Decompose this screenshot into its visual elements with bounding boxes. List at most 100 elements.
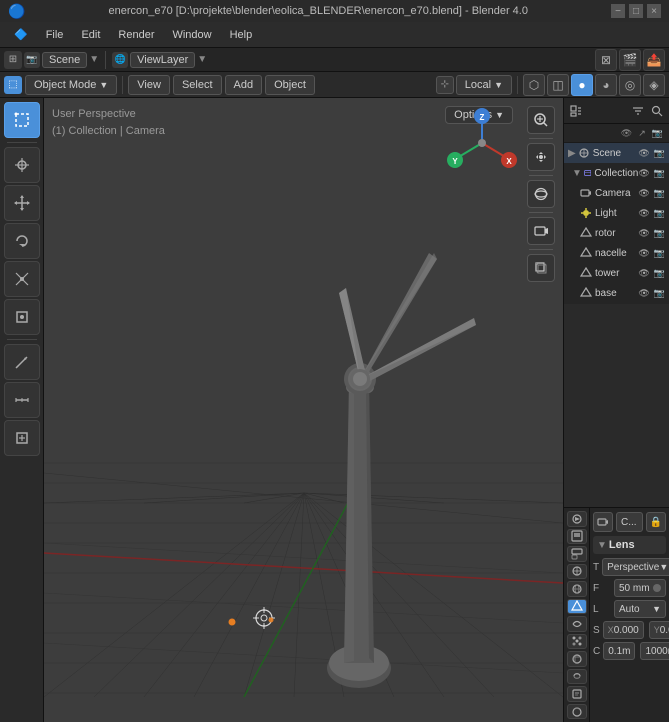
measure-tool[interactable]	[4, 382, 40, 418]
eevee-icon[interactable]: ◈	[643, 74, 665, 96]
camera-render-icon[interactable]: 📷	[654, 188, 665, 199]
light-vis-icon[interactable]: 👁	[638, 208, 649, 219]
annotate-tool[interactable]	[4, 344, 40, 380]
outliner-row-camera[interactable]: Camera 👁 📷	[564, 183, 669, 203]
outliner-row-tower[interactable]: tower 👁 📷	[564, 263, 669, 283]
view-menu-button[interactable]: View	[128, 75, 170, 95]
prop-tab-object[interactable]	[567, 599, 587, 615]
shift-y-field[interactable]: Y 0.000	[649, 621, 669, 639]
menu-edit[interactable]: Edit	[73, 27, 108, 43]
local-button[interactable]: Local ▼	[456, 75, 512, 95]
prop-tab-output[interactable]	[567, 529, 587, 545]
add-cube-tool[interactable]	[4, 420, 40, 456]
prop-tab-scene[interactable]	[567, 564, 587, 580]
rotate-tool[interactable]	[4, 223, 40, 259]
prop-tab-constraints[interactable]	[567, 669, 587, 685]
pan-button[interactable]	[527, 143, 555, 171]
nacelle-vis-icon[interactable]: 👁	[638, 248, 649, 259]
scene-dropdown-icon[interactable]: ▼	[89, 54, 99, 65]
scene-render-icon[interactable]: 📷	[654, 148, 665, 159]
prop-camera-icon[interactable]	[593, 512, 613, 532]
transform-icon[interactable]: ⊹	[436, 76, 454, 94]
axis-gizmo[interactable]: Z X Y	[447, 108, 517, 178]
object-mode-button[interactable]: Object Mode ▼	[25, 75, 117, 95]
compositor-icon[interactable]: ⊠	[595, 49, 617, 71]
viewlayer-selector[interactable]: ViewLayer	[130, 52, 195, 68]
outliner-row-scene[interactable]: ▶ Scene 👁 📷	[564, 143, 669, 163]
orbit-button[interactable]	[527, 180, 555, 208]
camera-name-field[interactable]: C...	[616, 512, 643, 532]
menu-help[interactable]: Help	[222, 27, 261, 43]
base-render-icon[interactable]: 📷	[654, 288, 665, 299]
object-menu-button[interactable]: Object	[265, 75, 315, 95]
base-vis-icon[interactable]: 👁	[638, 288, 649, 299]
outliner-filter-icon[interactable]	[630, 103, 646, 119]
col-render-icon[interactable]: 📷	[654, 168, 665, 179]
outliner-row-light[interactable]: Light 👁 📷	[564, 203, 669, 223]
clip-end-field[interactable]: 1000m	[640, 642, 669, 660]
prop-tab-data[interactable]	[567, 686, 587, 702]
prop-tab-material[interactable]	[567, 704, 587, 720]
scene-selector[interactable]: Scene	[42, 52, 87, 68]
select-menu-button[interactable]: Select	[173, 75, 222, 95]
material-icon[interactable]: ◕	[595, 74, 617, 96]
maximize-button[interactable]: □	[629, 4, 643, 18]
toolbar-sep-2	[517, 76, 518, 94]
move-tool[interactable]	[4, 185, 40, 221]
scene-vis-icon[interactable]: 👁	[638, 148, 649, 159]
close-button[interactable]: ×	[647, 4, 661, 18]
prop-tab-particles[interactable]	[567, 634, 587, 650]
menu-blender[interactable]: 🔷	[6, 26, 36, 43]
minimize-button[interactable]: −	[611, 4, 625, 18]
rotor-vis-icon[interactable]: 👁	[638, 228, 649, 239]
outliner-search-icon[interactable]	[649, 103, 665, 119]
add-menu-button[interactable]: Add	[225, 75, 263, 95]
outliner-row-nacelle[interactable]: nacelle 👁 📷	[564, 243, 669, 263]
viewport-overlay-controls: ⬡ ◫ ● ◕ ◎ ◈	[523, 74, 665, 96]
solid-icon[interactable]: ●	[571, 74, 593, 96]
prop-tab-world[interactable]	[567, 581, 587, 597]
prop-tab-render[interactable]	[567, 511, 587, 527]
focal-length-field[interactable]: 50 mm	[614, 579, 666, 597]
outliner-row-rotor[interactable]: rotor 👁 📷	[564, 223, 669, 243]
tower-render-icon[interactable]: 📷	[654, 268, 665, 279]
render-icon[interactable]: 🎬	[619, 49, 641, 71]
output-icon[interactable]: 📤	[643, 49, 665, 71]
camera-object-icon	[580, 187, 592, 199]
cursor-tool[interactable]	[4, 147, 40, 183]
sensor-fit-field[interactable]: Auto ▼	[614, 600, 666, 618]
outliner-row-collection[interactable]: ▼ Collection 👁 📷	[564, 163, 669, 183]
menu-window[interactable]: Window	[164, 27, 219, 43]
rotor-render-icon[interactable]: 📷	[654, 228, 665, 239]
outliner-row-base[interactable]: base 👁 📷	[564, 283, 669, 303]
menu-file[interactable]: File	[38, 27, 72, 43]
light-render-icon[interactable]: 📷	[654, 208, 665, 219]
xray-icon[interactable]: ◫	[547, 74, 569, 96]
outliner-type-icon[interactable]	[568, 103, 584, 119]
camera-vis-icon[interactable]: 👁	[638, 188, 649, 199]
shift-x-field[interactable]: X 0.000	[603, 621, 644, 639]
camera-view-button[interactable]	[527, 217, 555, 245]
scale-tool[interactable]	[4, 261, 40, 297]
prop-tab-view[interactable]	[567, 546, 587, 562]
menu-render[interactable]: Render	[110, 27, 162, 43]
overlay-icon[interactable]: ⬡	[523, 74, 545, 96]
col-vis-icon[interactable]: 👁	[638, 168, 649, 179]
viewport[interactable]: User Perspective (1) Collection | Camera…	[44, 98, 563, 722]
select-box-tool[interactable]	[4, 102, 40, 138]
viewlayer-dropdown-icon[interactable]: ▼	[197, 54, 207, 65]
lens-type-field[interactable]: Perspective ▼	[602, 558, 669, 576]
lens-section-header[interactable]: ▼ Lens	[593, 536, 666, 554]
svg-text:X: X	[506, 157, 512, 166]
workspace-icon[interactable]: ⊞	[4, 51, 22, 69]
tower-vis-icon[interactable]: 👁	[638, 268, 649, 279]
nacelle-render-icon[interactable]: 📷	[654, 248, 665, 259]
camera-lock-icon[interactable]: 🔒	[646, 512, 666, 532]
prop-tab-modifier[interactable]	[567, 616, 587, 632]
rendered-icon[interactable]: ◎	[619, 74, 641, 96]
perspective-ortho-button[interactable]	[527, 254, 555, 282]
zoom-in-button[interactable]	[527, 106, 555, 134]
prop-tab-physics[interactable]	[567, 651, 587, 667]
transform-tool[interactable]	[4, 299, 40, 335]
clip-start-field[interactable]: 0.1m	[603, 642, 635, 660]
